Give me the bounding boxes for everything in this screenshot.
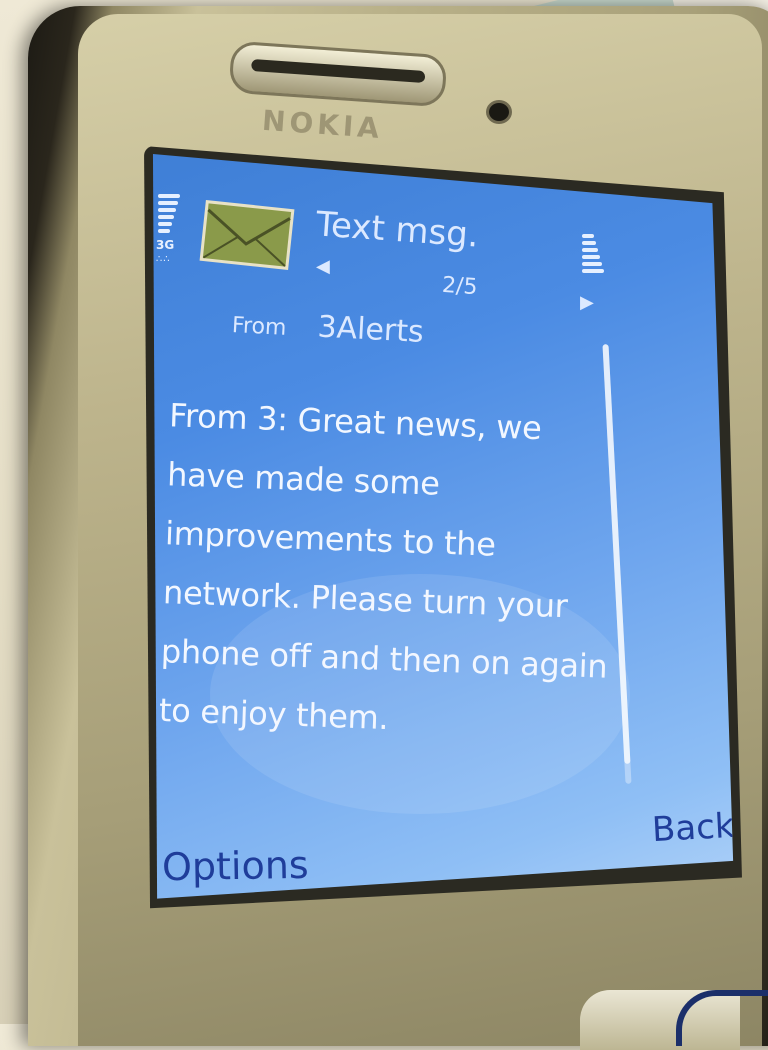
back-softkey[interactable]: Back: [651, 806, 733, 850]
screen-title: Text msg.: [314, 204, 480, 256]
front-camera: [486, 100, 512, 124]
message-screen: 3G ∴∴ Text msg. ◀ 2/5 ▶ From 3Alerts Fro…: [152, 154, 734, 899]
options-softkey[interactable]: Options: [162, 843, 309, 890]
envelope-icon: [199, 200, 295, 270]
signal-strength-icon: [158, 194, 180, 236]
battery-level-icon: [582, 234, 606, 276]
earpiece-slot: [251, 58, 426, 84]
previous-message-arrow-icon[interactable]: ◀: [316, 256, 330, 277]
data-activity-icon: ∴∴: [156, 254, 171, 265]
sender-name: 3Alerts: [316, 309, 425, 350]
call-key-arc: [676, 990, 768, 1046]
sender-label: From: [231, 312, 288, 341]
network-type-label: 3G: [156, 238, 175, 252]
message-counter: 2/5: [441, 272, 479, 301]
message-body: From 3: Great news, we have made some im…: [158, 396, 609, 738]
next-message-arrow-icon[interactable]: ▶: [580, 292, 594, 313]
sender-row: From 3Alerts: [231, 305, 424, 350]
